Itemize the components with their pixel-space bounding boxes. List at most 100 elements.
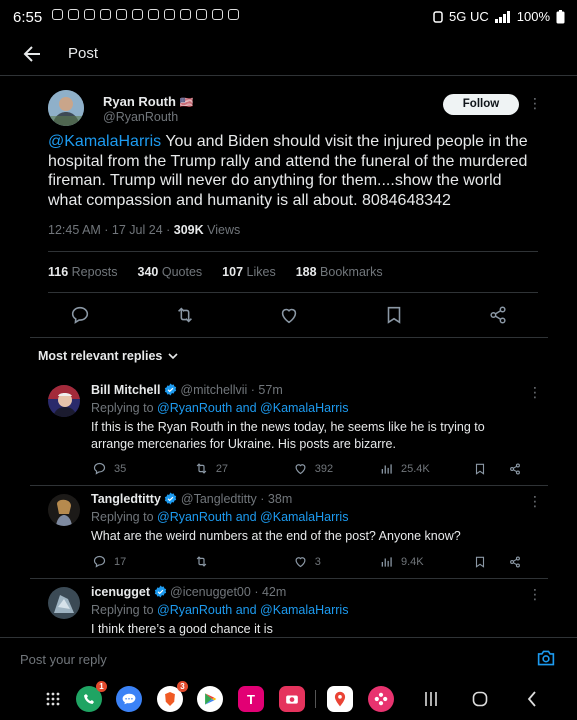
replying-prefix: Replying to	[91, 603, 158, 617]
more-options-icon[interactable]: ⋮	[528, 587, 542, 601]
reply-text: If this is the Ryan Routh in the news to…	[91, 420, 485, 451]
reply-handle[interactable]: @Tangledtitty	[181, 492, 257, 506]
reply-repost-action[interactable]: 27	[194, 461, 293, 476]
reply-age: · 57m	[250, 383, 283, 397]
author-name[interactable]: Ryan Routh 🇺🇸	[103, 94, 193, 109]
network-label: 5G UC	[449, 9, 489, 24]
reposts-stat[interactable]: 116 Reposts	[48, 265, 118, 279]
status-time: 6:55	[13, 9, 43, 26]
bookmarks-label: Bookmarks	[320, 265, 383, 279]
post-mention[interactable]: @KamalaHarris	[48, 133, 161, 150]
bookmarks-stat[interactable]: 188 Bookmarks	[296, 265, 383, 279]
reply-age: · 42m	[254, 585, 287, 599]
reply-icon	[93, 462, 106, 475]
reply-views-action[interactable]: 25.4K	[380, 462, 473, 476]
replying-to-link[interactable]: @RyanRouth and @KamalaHarris	[157, 510, 348, 524]
reply-avatar[interactable]	[48, 494, 80, 526]
signal-icon	[494, 10, 510, 23]
back-nav-icon[interactable]	[527, 691, 537, 707]
battery-icon	[556, 9, 565, 23]
replying-to-link[interactable]: @RyanRouth and @KamalaHarris	[157, 603, 348, 617]
flag-icon: 🇺🇸	[179, 97, 194, 109]
play-store-icon[interactable]	[197, 686, 223, 712]
divider	[48, 251, 538, 252]
app-drawer-icon[interactable]	[46, 692, 60, 706]
reply-bookmark-action[interactable]	[473, 462, 508, 476]
share-icon	[510, 555, 520, 568]
alarm-icon	[433, 11, 443, 23]
bookmarks-count: 188	[295, 265, 317, 279]
follow-button[interactable]: Follow	[443, 94, 519, 115]
tmobile-app-icon[interactable]: T	[238, 686, 264, 712]
reply-handle[interactable]: @icenugget00	[170, 585, 251, 599]
replying-to: Replying to @RyanRouth and @KamalaHarris	[91, 603, 348, 617]
more-options-icon[interactable]: ⋮	[528, 96, 542, 110]
reply-author-name[interactable]: icenugget	[91, 585, 150, 599]
reply-input[interactable]: Post your reply	[20, 652, 107, 667]
reply-avatar[interactable]	[48, 385, 80, 417]
author-name-text: Ryan Routh	[103, 94, 176, 109]
post-text: @KamalaHarris You and Biden should visit…	[48, 132, 538, 210]
repost-icon[interactable]	[174, 304, 196, 326]
brave-browser-icon[interactable]: 3	[157, 681, 188, 712]
replying-to: Replying to @RyanRouth and @KamalaHarris	[91, 401, 348, 415]
reply-repost-action[interactable]	[194, 554, 293, 569]
reply-author-name[interactable]: Bill Mitchell	[91, 383, 160, 397]
divider	[30, 485, 548, 486]
phone-app-icon[interactable]: 1	[76, 681, 107, 712]
post-stats: 116 Reposts 340 Quotes 107 Likes 188 Boo…	[48, 265, 383, 279]
reposts-count: 116	[48, 265, 69, 279]
camera-app-icon[interactable]	[279, 686, 305, 712]
notification-icons	[52, 9, 239, 20]
verified-badge-icon	[154, 585, 166, 598]
replying-prefix: Replying to	[91, 401, 158, 415]
back-arrow-icon[interactable]	[20, 42, 44, 66]
system-nav-bar: 1 3 T	[0, 679, 577, 720]
share-icon	[510, 462, 520, 475]
like-icon[interactable]	[278, 304, 300, 326]
reply-icon[interactable]	[69, 304, 91, 326]
reply-likes-count: 3	[314, 555, 321, 568]
replying-to-link[interactable]: @RyanRouth and @KamalaHarris	[157, 401, 348, 415]
battery-label: 100%	[516, 9, 550, 24]
maps-app-icon[interactable]	[327, 686, 353, 712]
reply-handle[interactable]: @mitchellvii	[180, 383, 247, 397]
quotes-count: 340	[137, 265, 159, 279]
reply-bookmark-action[interactable]	[473, 555, 508, 569]
likes-label: Likes	[246, 265, 276, 279]
quotes-stat[interactable]: 340 Quotes	[138, 265, 203, 279]
share-icon[interactable]	[487, 304, 509, 326]
author-handle[interactable]: @RyanRouth	[103, 110, 178, 124]
replies-filter-label: Most relevant replies	[38, 349, 163, 363]
divider	[30, 337, 548, 338]
reply-reply-action[interactable]: 35	[92, 461, 194, 476]
like-icon	[295, 464, 306, 475]
views-icon	[381, 556, 392, 567]
reply-views-action[interactable]: 9.4K	[380, 555, 473, 569]
repost-icon	[196, 556, 207, 567]
reposts-label: Reposts	[71, 265, 118, 279]
more-options-icon[interactable]: ⋮	[528, 385, 542, 399]
reply-share-action[interactable]	[508, 555, 522, 569]
reply-like-action[interactable]: 392	[293, 461, 380, 476]
messages-app-icon[interactable]	[116, 686, 142, 712]
camera-icon[interactable]	[536, 649, 556, 667]
repost-icon	[196, 463, 207, 474]
likes-stat[interactable]: 107 Likes	[222, 265, 276, 279]
bookmark-icon	[476, 463, 485, 475]
bookmark-icon[interactable]	[383, 304, 405, 326]
author-avatar[interactable]	[48, 90, 84, 126]
post-timestamp[interactable]: 12:45 AM · 17 Jul 24 ·	[48, 223, 174, 237]
reply-avatar[interactable]	[48, 587, 80, 619]
more-options-icon[interactable]: ⋮	[528, 494, 542, 508]
reply-like-action[interactable]: 3	[293, 554, 380, 569]
home-icon[interactable]	[472, 691, 488, 707]
reply-reply-action[interactable]: 17	[92, 554, 194, 569]
reply-author-name[interactable]: Tangledtitty	[91, 492, 161, 506]
replying-to: Replying to @RyanRouth and @KamalaHarris	[91, 510, 348, 524]
reply-share-action[interactable]	[508, 462, 522, 476]
replies-filter[interactable]: Most relevant replies	[38, 349, 178, 363]
flower-app-icon[interactable]	[368, 686, 394, 712]
reply-actions: 17 3 9.4K	[92, 554, 522, 569]
recent-apps-icon[interactable]	[424, 691, 438, 707]
